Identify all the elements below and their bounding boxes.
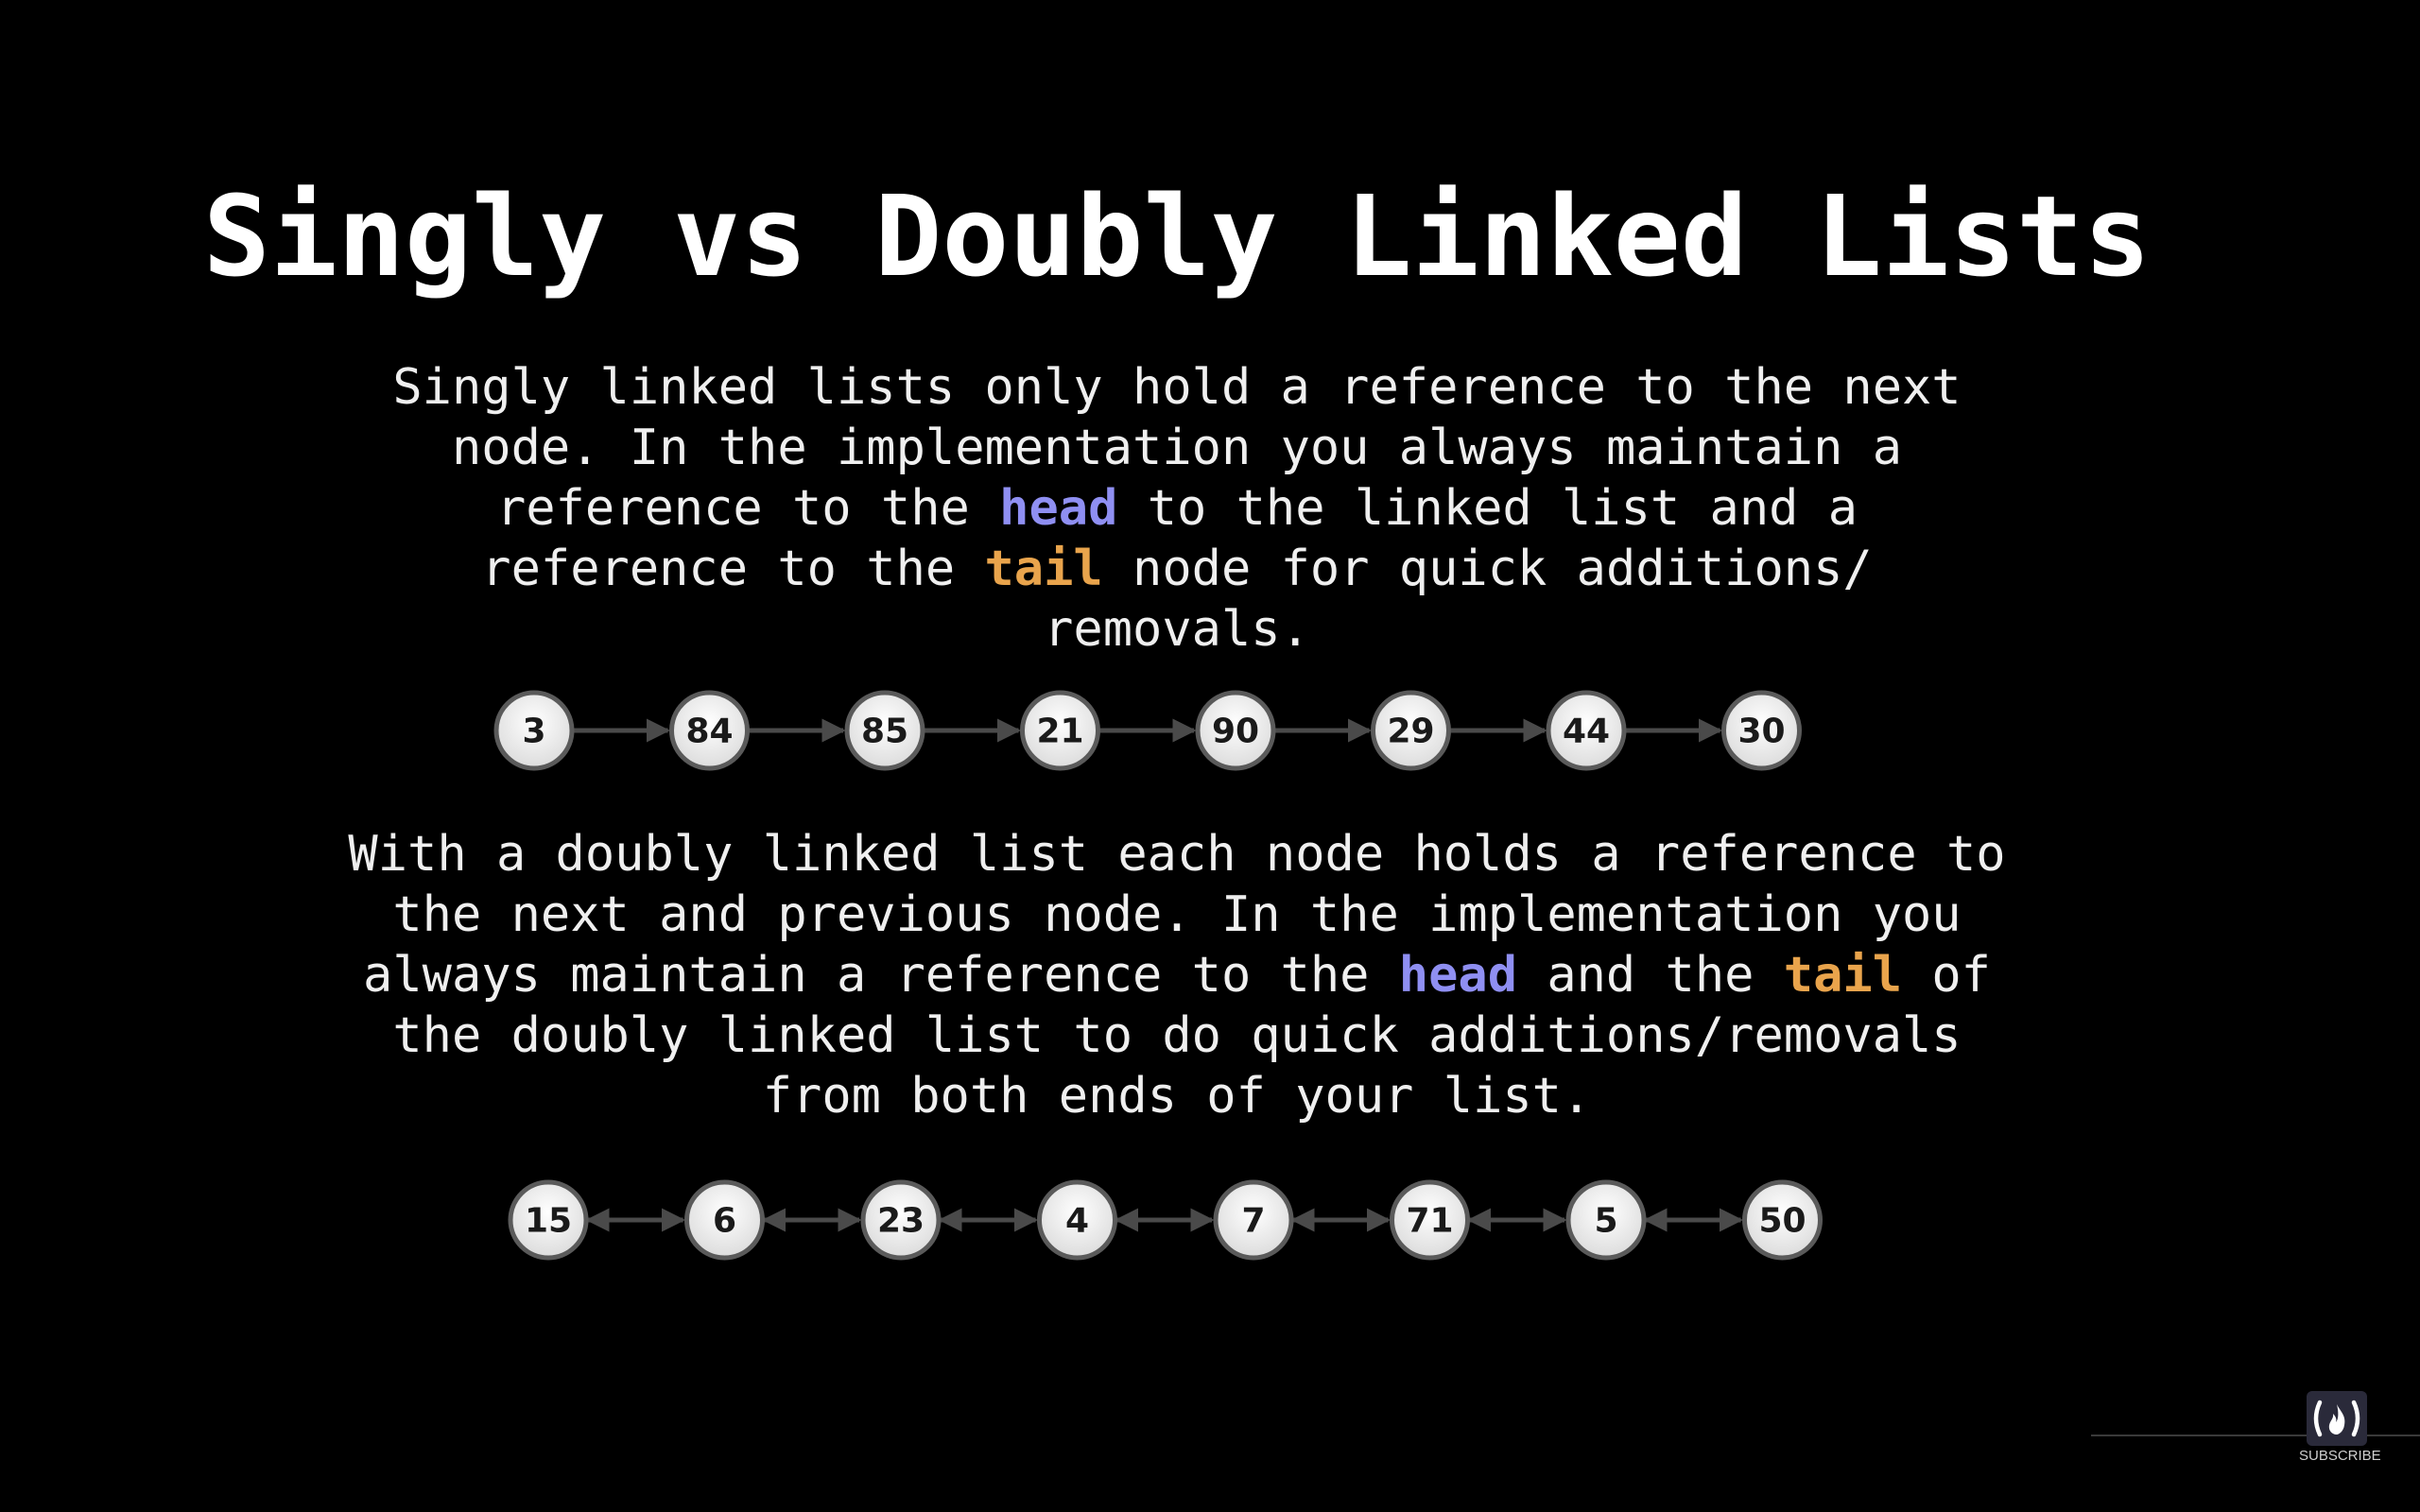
list-node: 71 <box>1390 1179 1470 1261</box>
description-line: removals. <box>0 599 2354 660</box>
node-value: 50 <box>1758 1202 1806 1241</box>
description-text: of <box>1902 947 1991 1004</box>
list-node: 50 <box>1742 1179 1823 1261</box>
description-line: With a doubly linked list each node hold… <box>0 824 2354 885</box>
list-node: 7 <box>1213 1179 1294 1261</box>
node-value: 7 <box>1241 1202 1265 1241</box>
doubly-description: With a doubly linked list each node hold… <box>0 824 2354 1126</box>
description-line: reference to the tail node for quick add… <box>0 539 2354 599</box>
node-value: 21 <box>1036 713 1083 751</box>
list-node: 29 <box>1371 690 1451 771</box>
node-value: 6 <box>713 1202 736 1241</box>
tail-keyword: tail <box>1783 947 1903 1004</box>
node-value: 5 <box>1594 1202 1617 1241</box>
description-line: always maintain a reference to the head … <box>0 945 2354 1005</box>
node-value: 29 <box>1387 713 1434 751</box>
list-node: 21 <box>1020 690 1100 771</box>
list-node: 6 <box>684 1179 765 1261</box>
description-line: the doubly linked list to do quick addit… <box>0 1005 2354 1066</box>
description-text: always maintain a reference to the <box>363 947 1399 1004</box>
list-node: 90 <box>1195 690 1276 771</box>
description-text: the next and previous node. In the imple… <box>392 886 1962 943</box>
node-value: 30 <box>1737 713 1785 751</box>
description-line: from both ends of your list. <box>0 1066 2354 1126</box>
list-node: 5 <box>1565 1179 1647 1261</box>
node-value: 15 <box>525 1202 572 1241</box>
singly-linked-list: 3 84 85 21 90 29 44 30 <box>493 690 1802 771</box>
list-node: 84 <box>669 690 750 771</box>
description-text: node. In the implementation you always m… <box>451 420 1903 476</box>
list-node: 44 <box>1546 690 1627 771</box>
description-text: to the linked list and a <box>1117 480 1858 537</box>
description-text: reference to the <box>495 480 1000 537</box>
node-value: 3 <box>522 713 545 751</box>
description-line: Singly linked lists only hold a referenc… <box>0 357 2354 418</box>
description-line: reference to the head to the linked list… <box>0 478 2354 539</box>
list-node: 15 <box>508 1179 589 1261</box>
description-text: node for quick additions/ <box>1102 541 1873 597</box>
description-text: removals. <box>1044 601 1310 658</box>
node-value: 23 <box>877 1202 925 1241</box>
head-keyword: head <box>1398 947 1518 1004</box>
node-value: 4 <box>1065 1202 1089 1241</box>
subscribe-button[interactable]: SUBSCRIBE <box>2299 1391 2381 1467</box>
freecodecamp-flame-icon <box>2307 1391 2367 1446</box>
head-keyword: head <box>999 480 1118 537</box>
node-value: 71 <box>1406 1202 1453 1241</box>
list-node: 3 <box>493 690 575 771</box>
subscribe-label: SUBSCRIBE <box>2299 1448 2381 1464</box>
description-text: from both ends of your list. <box>762 1068 1592 1125</box>
description-text: reference to the <box>481 541 985 597</box>
tail-keyword: tail <box>984 541 1103 597</box>
description-text: Singly linked lists only hold a referenc… <box>392 359 1962 416</box>
node-value: 84 <box>685 713 733 751</box>
description-line: node. In the implementation you always m… <box>0 418 2354 478</box>
list-node: 30 <box>1721 690 1802 771</box>
singly-description: Singly linked lists only hold a referenc… <box>0 357 2354 660</box>
description-line: the next and previous node. In the imple… <box>0 885 2354 945</box>
node-value: 90 <box>1212 713 1259 751</box>
doubly-linked-list: 15 6 23 4 7 71 5 50 <box>508 1179 1823 1261</box>
list-node: 23 <box>860 1179 942 1261</box>
list-node: 4 <box>1037 1179 1117 1261</box>
node-value: 85 <box>861 713 908 751</box>
description-text: and the <box>1517 947 1784 1004</box>
description-text: the doubly linked list to do quick addit… <box>392 1007 1962 1064</box>
slide-title: Singly vs Doubly Linked Lists <box>202 171 2152 301</box>
list-node: 85 <box>844 690 925 771</box>
node-value: 44 <box>1563 713 1610 751</box>
description-text: With a doubly linked list each node hold… <box>348 826 2006 883</box>
